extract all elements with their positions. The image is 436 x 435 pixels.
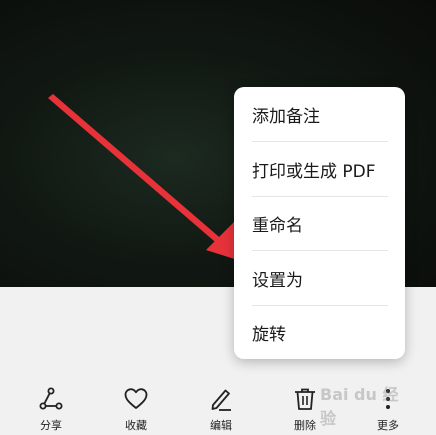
pencil-icon bbox=[211, 389, 231, 411]
edit-label: 编辑 bbox=[210, 419, 232, 432]
menu-item-label: 添加备注 bbox=[252, 106, 320, 127]
menu-item-label: 重命名 bbox=[252, 215, 303, 236]
more-label: 更多 bbox=[377, 419, 399, 432]
trash-icon bbox=[295, 388, 315, 410]
menu-item-rotate[interactable]: 旋转 bbox=[252, 305, 388, 359]
edit-button[interactable]: 编辑 bbox=[191, 386, 251, 434]
favorite-button[interactable]: 收藏 bbox=[106, 386, 166, 434]
delete-label: 删除 bbox=[294, 419, 316, 432]
more-button[interactable]: 更多 bbox=[358, 386, 418, 434]
bottom-toolbar: 分享 收藏 编辑 删除 更多 bbox=[0, 382, 436, 435]
share-icon bbox=[39, 387, 63, 410]
context-menu: 添加备注 打印或生成 PDF 重命名 设置为 旋转 bbox=[234, 87, 405, 359]
delete-button[interactable]: 删除 bbox=[275, 386, 335, 434]
menu-item-label: 旋转 bbox=[252, 324, 286, 345]
more-vertical-icon bbox=[386, 389, 390, 409]
menu-item-label: 设置为 bbox=[252, 270, 303, 291]
favorite-label: 收藏 bbox=[125, 419, 147, 432]
menu-item-rename[interactable]: 重命名 bbox=[252, 196, 388, 250]
menu-item-set-as[interactable]: 设置为 bbox=[252, 251, 388, 305]
share-label: 分享 bbox=[40, 419, 62, 432]
menu-item-add-note[interactable]: 添加备注 bbox=[252, 87, 388, 141]
menu-item-print-pdf[interactable]: 打印或生成 PDF bbox=[252, 142, 388, 196]
share-button[interactable]: 分享 bbox=[21, 386, 81, 434]
menu-item-label: 打印或生成 PDF bbox=[252, 161, 376, 182]
heart-icon bbox=[124, 388, 148, 409]
